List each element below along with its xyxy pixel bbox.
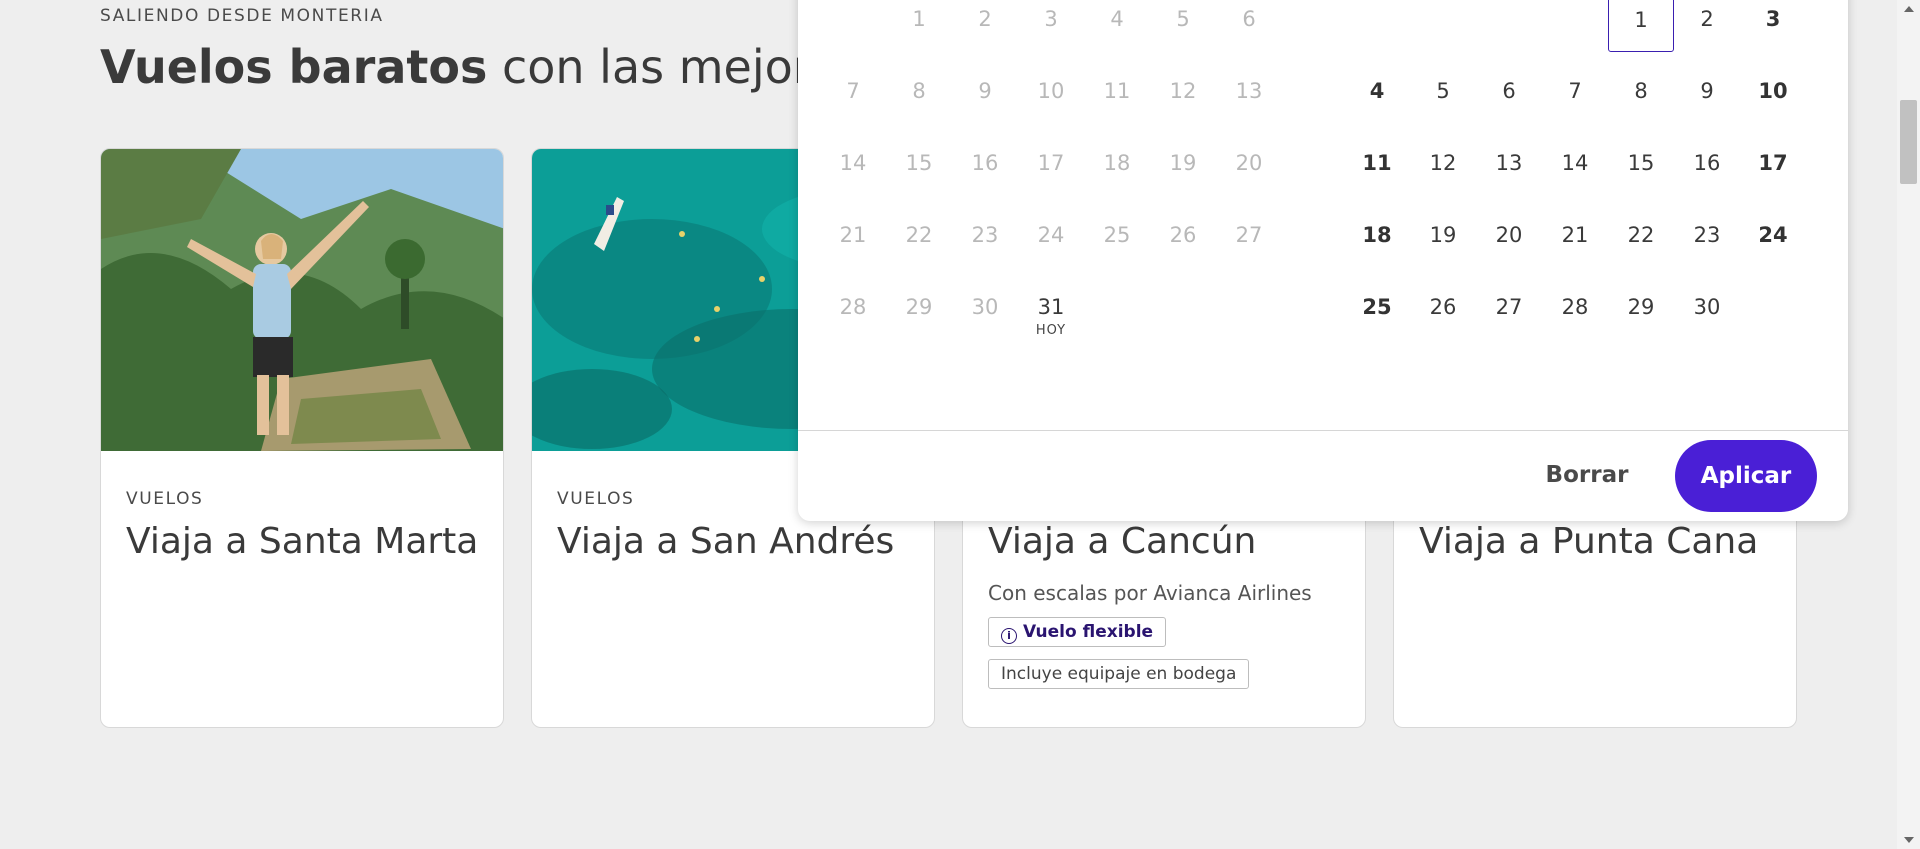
calendar-day[interactable]: 14 xyxy=(1542,130,1608,196)
calendar-day[interactable]: 10 xyxy=(1740,58,1806,124)
calendar-day[interactable]: 4 xyxy=(1344,58,1410,124)
calendar-day: 22 xyxy=(905,223,933,247)
calendar-day: 6 xyxy=(1242,7,1256,31)
calendar-day[interactable]: 22 xyxy=(1608,202,1674,268)
calendar-day: 3 xyxy=(1044,7,1058,31)
calendar-day[interactable]: 9 xyxy=(1674,58,1740,124)
card-subtitle: Con escalas por Avianca Airlines xyxy=(988,581,1312,605)
baggage-tag: Incluye equipaje en bodega xyxy=(988,659,1250,689)
calendar-day[interactable]: 27 xyxy=(1476,274,1542,340)
calendar-day[interactable]: 25 xyxy=(1344,274,1410,340)
card-title[interactable]: Viaja a Punta Cana xyxy=(1419,521,1758,562)
calendar-day[interactable]: 26 xyxy=(1410,274,1476,340)
info-circle-icon: i xyxy=(1001,628,1017,644)
calendar-day: 10 xyxy=(1037,79,1065,103)
calendar-day[interactable]: 29 xyxy=(1608,274,1674,340)
card-title[interactable]: Viaja a San Andrés xyxy=(557,521,894,562)
calendar-day: 23 xyxy=(971,223,999,247)
clear-button[interactable]: Borrar xyxy=(1532,455,1642,495)
calendar-day: 12 xyxy=(1169,79,1197,103)
calendar-day[interactable]: 30 xyxy=(1674,274,1740,340)
calendar-day: 11 xyxy=(1103,79,1131,103)
calendar-day-today[interactable]: 31 xyxy=(1018,274,1084,340)
calendar-day[interactable]: 19 xyxy=(1410,202,1476,268)
calendar-day: 25 xyxy=(1103,223,1131,247)
calendar-day: 21 xyxy=(839,223,867,247)
calendar-day: 14 xyxy=(839,151,867,175)
calendar-day[interactable]: 5 xyxy=(1410,58,1476,124)
calendar-day[interactable]: 20 xyxy=(1476,202,1542,268)
calendar-day: 4 xyxy=(1110,7,1124,31)
calendar-day: 1 xyxy=(912,7,926,31)
page-scrollbar[interactable] xyxy=(1897,0,1920,849)
scroll-down-arrow-icon[interactable] xyxy=(1904,837,1914,843)
calendar-day[interactable]: 23 xyxy=(1674,202,1740,268)
apply-button[interactable]: Aplicar xyxy=(1675,440,1817,512)
calendar-day[interactable]: 17 xyxy=(1740,130,1806,196)
calendar-day[interactable]: 3 xyxy=(1740,0,1806,52)
destination-card-santa-marta[interactable]: VUELOS Viaja a Santa Marta xyxy=(100,148,504,728)
scrollbar-thumb[interactable] xyxy=(1900,100,1917,184)
calendar-day: 8 xyxy=(912,79,926,103)
calendar-day[interactable]: 28 xyxy=(1542,274,1608,340)
calendar-day: 17 xyxy=(1037,151,1065,175)
calendar-day[interactable]: 7 xyxy=(1542,58,1608,124)
headline-bold: Vuelos baratos xyxy=(100,40,488,94)
destination-image xyxy=(101,149,503,451)
scroll-up-arrow-icon[interactable] xyxy=(1904,6,1914,12)
calendar-day: 20 xyxy=(1235,151,1263,175)
calendar-day[interactable]: 6 xyxy=(1476,58,1542,124)
calendar-day[interactable]: 11 xyxy=(1344,130,1410,196)
calendar-day: 15 xyxy=(905,151,933,175)
calendar-day[interactable]: 2 xyxy=(1674,0,1740,52)
calendar-day: 27 xyxy=(1235,223,1263,247)
calendar-day: 26 xyxy=(1169,223,1197,247)
calendar-day[interactable]: 16 xyxy=(1674,130,1740,196)
flexible-flight-label: Vuelo flexible xyxy=(1023,622,1154,642)
calendar-day: 28 xyxy=(839,295,867,319)
calendar-day[interactable]: 15 xyxy=(1608,130,1674,196)
calendar-day[interactable]: 21 xyxy=(1542,202,1608,268)
calendar-day[interactable]: 12 xyxy=(1410,130,1476,196)
calendar-day: 13 xyxy=(1235,79,1263,103)
calendar-day: 9 xyxy=(978,79,992,103)
calendar-day: 16 xyxy=(971,151,999,175)
flexible-flight-tag[interactable]: i Vuelo flexible xyxy=(988,617,1167,647)
calendar-day: 2 xyxy=(978,7,992,31)
calendar-day[interactable]: 24 xyxy=(1740,202,1806,268)
calendar-day-selected[interactable]: 1 xyxy=(1608,0,1674,52)
calendar-day: 7 xyxy=(846,79,860,103)
card-title[interactable]: Viaja a Cancún xyxy=(988,521,1256,562)
card-title[interactable]: Viaja a Santa Marta xyxy=(126,521,478,562)
section-eyebrow: SALIENDO DESDE MONTERIA xyxy=(100,6,384,26)
calendar-divider xyxy=(798,430,1848,431)
card-kicker: VUELOS xyxy=(557,489,635,509)
calendar-day: 29 xyxy=(905,295,933,319)
calendar-day[interactable]: 13 xyxy=(1476,130,1542,196)
calendar-day: 5 xyxy=(1176,7,1190,31)
card-kicker: VUELOS xyxy=(126,489,204,509)
calendar-day[interactable]: 8 xyxy=(1608,58,1674,124)
calendar-day[interactable]: 18 xyxy=(1344,202,1410,268)
calendar-day: 30 xyxy=(971,295,999,319)
section-headline: Vuelos baratos con las mejores xyxy=(100,40,863,94)
date-picker-popover: 1 2 3 4 5 6 7 8 9 10 11 12 13 14 15 16 17 18 19 20 21 22 23 24 2… xyxy=(798,0,1848,521)
calendar-day: 19 xyxy=(1169,151,1197,175)
calendar-day: 24 xyxy=(1037,223,1065,247)
calendar-day: 18 xyxy=(1103,151,1131,175)
